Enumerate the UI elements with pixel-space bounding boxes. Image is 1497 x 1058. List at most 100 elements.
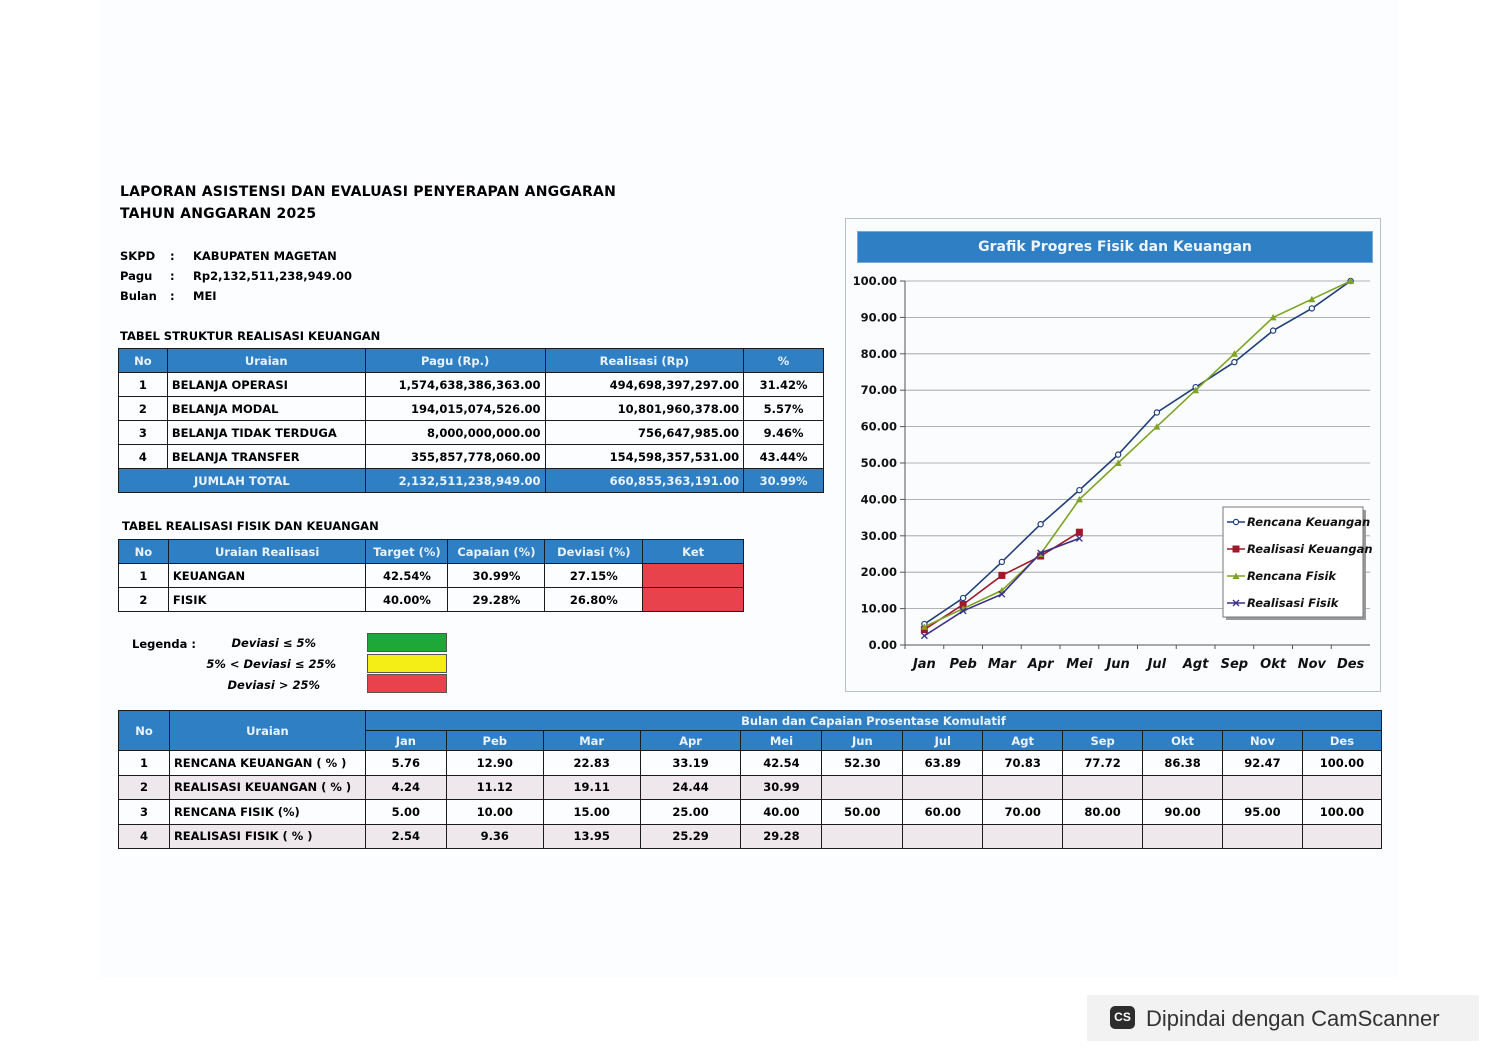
- legend-item-text: Deviasi ≤ 5%: [231, 636, 317, 650]
- month-value-cell: [821, 774, 904, 800]
- month-header: Mar: [542, 730, 641, 751]
- month-value-cell: [902, 823, 984, 849]
- row-number: 2: [118, 396, 168, 421]
- data-point: [959, 594, 967, 602]
- column-header: No: [118, 710, 170, 751]
- group-header: Bulan dan Capaian Prosentase Komulatif: [364, 710, 1383, 731]
- data-point: [1114, 451, 1122, 458]
- month-header: Okt: [1142, 730, 1223, 751]
- x-tick-label: Agt: [1182, 657, 1209, 672]
- row-number: 1: [118, 563, 169, 588]
- data-point: [1232, 545, 1240, 553]
- month-value-cell: 100.00: [1301, 750, 1383, 776]
- month-value-cell: 92.47: [1222, 750, 1303, 776]
- month-header: Des: [1301, 730, 1383, 751]
- column-header: Capaian (%): [447, 539, 546, 564]
- month-value-cell: 70.83: [982, 750, 1064, 776]
- month-value-cell: [982, 774, 1064, 800]
- row-number: 1: [118, 750, 170, 776]
- row-uraian: BELANJA MODAL: [166, 396, 366, 421]
- row-percent: 9.46%: [743, 420, 824, 445]
- table-row: 3 BELANJA TIDAK TERDUGA 8,000,000,000.00…: [118, 420, 824, 445]
- struktur-table: No Uraian Pagu (Rp.) Realisasi (Rp) % 1 …: [118, 348, 824, 493]
- x-tick-label: Mar: [988, 657, 1018, 672]
- skpd-value: KABUPATEN MAGETAN: [193, 249, 337, 263]
- row-realisasi: 494,698,397,297.00: [544, 372, 745, 397]
- row-deviasi: 26.80%: [544, 587, 644, 612]
- column-header: Uraian: [166, 348, 366, 373]
- row-target: 40.00%: [365, 587, 449, 612]
- data-point: [1308, 305, 1316, 312]
- row-number: 3: [118, 799, 170, 825]
- row-pagu: 194,015,074,526.00: [364, 396, 546, 421]
- row-pagu: 355,857,778,060.00: [364, 444, 546, 469]
- y-tick-label: 50.00: [861, 456, 897, 470]
- month-value-cell: 24.44: [639, 774, 742, 800]
- row-pagu: 8,000,000,000.00: [364, 420, 546, 445]
- month-value-cell: [1062, 774, 1144, 800]
- status-indicator: [642, 587, 744, 612]
- month-value-cell: [821, 823, 904, 849]
- x-tick-label: Sep: [1221, 657, 1249, 672]
- month-value-cell: 12.90: [445, 750, 544, 776]
- table-row: 2 REALISASI KEUANGAN ( % ) 4.24 11.12 19.11 2…: [118, 774, 1383, 800]
- month-value-cell: [1301, 823, 1383, 849]
- month-value-cell: 50.00: [821, 799, 904, 825]
- table-row: 2 BELANJA MODAL 194,015,074,526.00 10,80…: [118, 396, 824, 421]
- month-value-cell: 4.24: [364, 774, 447, 800]
- bulanan-table: No Uraian Bulan dan Capaian Prosentase K…: [118, 710, 1383, 849]
- column-header: %: [743, 348, 824, 373]
- row-realisasi: 154,598,357,531.00: [544, 444, 745, 469]
- column-header: Uraian Realisasi: [167, 539, 367, 564]
- struktur-table-title: TABEL STRUKTUR REALISASI KEUANGAN: [120, 329, 381, 343]
- total-percent: 30.99%: [743, 468, 824, 493]
- legend-item-text: 5% < Deviasi ≤ 25%: [206, 657, 336, 671]
- month-value-cell: 86.38: [1142, 750, 1223, 776]
- month-value-cell: 77.72: [1062, 750, 1144, 776]
- month-value-cell: [902, 774, 984, 800]
- y-tick-label: 100.00: [853, 274, 897, 288]
- month-value-cell: 70.00: [982, 799, 1064, 825]
- month-value-cell: [982, 823, 1064, 849]
- month-header: Mei: [740, 730, 823, 751]
- month-value-cell: [1142, 823, 1223, 849]
- y-tick-label: 80.00: [861, 347, 897, 361]
- month-value-cell: [1222, 823, 1303, 849]
- month-value-cell: 80.00: [1062, 799, 1144, 825]
- row-number: 3: [118, 420, 168, 445]
- status-indicator: [642, 563, 744, 588]
- bulan-value: MEI: [193, 289, 217, 303]
- table-row: 1 RENCANA KEUANGAN ( % ) 5.76 12.90 22.83 33.…: [118, 750, 1383, 776]
- row-percent: 31.42%: [743, 372, 824, 397]
- x-tick-label: Mei: [1066, 657, 1093, 672]
- month-value-cell: 15.00: [542, 799, 641, 825]
- month-value-cell: 25.29: [639, 823, 742, 849]
- month-value-cell: 90.00: [1142, 799, 1223, 825]
- row-uraian: BELANJA TRANSFER: [166, 444, 366, 469]
- x-tick-label: Apr: [1027, 657, 1055, 672]
- month-value-cell: [1222, 774, 1303, 800]
- camscanner-logo-icon: CS: [1110, 1006, 1135, 1029]
- table-row: 3 RENCANA FISIK (%) 5.00 10.00 15.00 25.00 40.…: [118, 799, 1383, 825]
- row-uraian: REALISASI KEUANGAN ( % ): [168, 774, 366, 800]
- month-value-cell: 40.00: [740, 799, 823, 825]
- row-uraian: FISIK: [167, 587, 367, 612]
- month-value-cell: 95.00: [1222, 799, 1303, 825]
- fisik-keuangan-table: No Uraian Realisasi Target (%) Capaian (…: [118, 539, 744, 612]
- row-deviasi: 27.15%: [544, 563, 644, 588]
- row-target: 42.54%: [365, 563, 449, 588]
- month-value-cell: 5.76: [364, 750, 447, 776]
- meta-block: SKPD : KABUPATEN MAGETAN Pagu : Rp2,132,…: [120, 249, 520, 309]
- month-header: Jul: [902, 730, 984, 751]
- bulan-label: Bulan: [120, 289, 157, 303]
- data-point: [1076, 486, 1083, 494]
- month-value-cell: 5.00: [364, 799, 447, 825]
- month-header: Apr: [639, 730, 742, 751]
- table-row: 1 BELANJA OPERASI 1,574,638,386,363.00 4…: [118, 372, 824, 397]
- data-point: [1232, 518, 1240, 526]
- month-value-cell: 29.28: [740, 823, 823, 849]
- legend-entry-label: Rencana Keuangan: [1247, 515, 1370, 529]
- table-row: 4 BELANJA TRANSFER 355,857,778,060.00 15…: [118, 444, 824, 469]
- month-value-cell: 63.89: [902, 750, 984, 776]
- legend-item-text: Deviasi > 25%: [227, 678, 321, 692]
